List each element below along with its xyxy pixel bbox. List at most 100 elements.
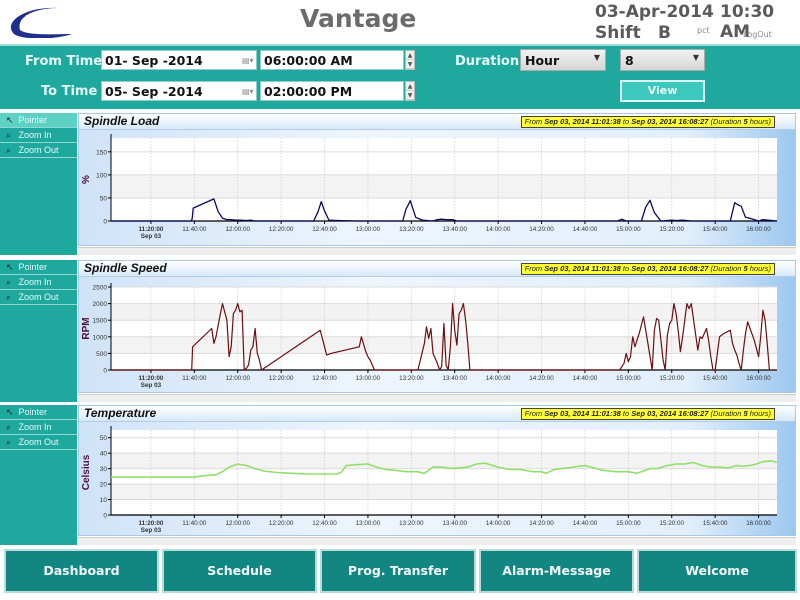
from-date-picker[interactable]: 01- Sep -2014 ▤▾ xyxy=(101,50,257,70)
spindle-speed-chart[interactable]: Spindle Speed From Sep 03, 2014 11:01:38 … xyxy=(78,260,796,393)
tool-label: Pointer xyxy=(18,115,48,125)
tool-zoom-out[interactable]: ⌕ Zoom Out xyxy=(0,290,77,305)
spin-up-icon[interactable]: ▲ xyxy=(406,82,414,91)
from-date-value: 01- Sep -2014 xyxy=(105,53,203,68)
nav-prog-transfer-button[interactable]: Prog. Transfer xyxy=(320,549,476,593)
x-tick-label: 11:20:00 xyxy=(138,520,163,527)
tool-label: Zoom Out xyxy=(18,292,59,302)
x-tick-label: 12:20:00 xyxy=(269,375,294,382)
x-tick-label: 13:00:00 xyxy=(356,520,381,527)
calendar-icon[interactable]: ▤▾ xyxy=(242,87,254,96)
x-tick-label: 11:20:00 xyxy=(138,375,163,382)
user-name: pct xyxy=(697,26,710,35)
shift-label: Shift xyxy=(595,23,641,43)
x-tick-label: 16:00:00 xyxy=(746,375,771,382)
shift-value: B xyxy=(658,23,671,43)
chevron-down-icon: ▼ xyxy=(593,53,600,62)
spindle-load-chart[interactable]: Spindle Load From Sep 03, 2014 11:01:38 t… xyxy=(78,113,796,246)
nav-alarm-message-button[interactable]: Alarm-Message xyxy=(479,549,634,593)
chevron-down-icon: ▼ xyxy=(692,53,699,62)
duration-value: 8 xyxy=(625,53,634,68)
pointer-icon: ↖ xyxy=(6,262,14,272)
x-tick-label: 15:40:00 xyxy=(703,375,728,382)
zoom-out-icon: ⌕ xyxy=(6,145,12,155)
duration-value-select[interactable]: 8 ▼ xyxy=(620,49,705,71)
horizontal-scrollbar[interactable] xyxy=(78,537,796,545)
nav-welcome-button[interactable]: Welcome xyxy=(637,549,797,593)
temperature-chart[interactable]: Temperature From Sep 03, 2014 11:01:38 to… xyxy=(78,405,796,536)
zoom-out-icon: ⌕ xyxy=(6,437,12,447)
nav-schedule-button[interactable]: Schedule xyxy=(162,549,317,593)
tool-zoom-in[interactable]: ⌕ Zoom In xyxy=(0,275,77,290)
grid-band xyxy=(111,336,777,354)
to-time-spinner[interactable]: ▲ ▼ xyxy=(405,81,415,101)
x-tick-label: 12:40:00 xyxy=(312,375,337,382)
from-time-spinner[interactable]: ▲ ▼ xyxy=(405,50,415,70)
x-tick-label: 15:00:00 xyxy=(616,520,641,527)
x-tick-label: 15:20:00 xyxy=(659,226,684,233)
current-date: 03-Apr-2014 xyxy=(595,2,714,22)
x-tick-label: 15:20:00 xyxy=(659,520,684,527)
tool-label: Pointer xyxy=(18,407,48,417)
logout-link[interactable]: LogOut xyxy=(743,30,772,39)
y-tick-label: 1000 xyxy=(93,334,108,341)
x-tick-label: 12:00:00 xyxy=(225,520,250,527)
x-tick-label: 13:00:00 xyxy=(356,226,381,233)
x-tick-label: 16:00:00 xyxy=(746,226,771,233)
to-time-input[interactable]: 02:00:00 PM xyxy=(260,81,404,101)
x-tick-label: 15:00:00 xyxy=(616,375,641,382)
from-time-label: From Time xyxy=(25,54,103,69)
duration-unit-select[interactable]: Hour ▼ xyxy=(520,49,606,71)
x-tick-label: 14:40:00 xyxy=(573,375,598,382)
tool-label: Pointer xyxy=(18,262,48,272)
plot-background xyxy=(111,430,777,515)
y-tick-label: 20 xyxy=(100,482,108,489)
spin-down-icon[interactable]: ▼ xyxy=(406,91,414,100)
tool-zoom-out[interactable]: ⌕ Zoom Out xyxy=(0,435,77,450)
logo-text: AmiT xyxy=(22,12,65,30)
y-axis-label: Celsius xyxy=(81,454,92,490)
tool-label: Zoom Out xyxy=(18,437,59,447)
horizontal-scrollbar[interactable] xyxy=(78,247,796,255)
view-button[interactable]: View xyxy=(620,80,705,102)
tool-pointer[interactable]: ↖ Pointer xyxy=(0,405,77,420)
tool-pointer[interactable]: ↖ Pointer xyxy=(0,260,77,275)
y-tick-label: 150 xyxy=(96,149,107,156)
header: AmiT Vantage 03-Apr-2014 10:30 AM Shift … xyxy=(0,0,800,44)
to-date-value: 05- Sep -2014 xyxy=(105,84,203,99)
x-tick-label: 13:20:00 xyxy=(399,226,424,233)
x-tick-sublabel: Sep 03 xyxy=(141,382,162,389)
tool-pointer[interactable]: ↖ Pointer xyxy=(0,113,77,128)
spin-up-icon[interactable]: ▲ xyxy=(406,51,414,60)
y-axis-label: % xyxy=(81,175,92,184)
to-date-picker[interactable]: 05- Sep -2014 ▤▾ xyxy=(101,81,257,101)
spin-down-icon[interactable]: ▼ xyxy=(406,60,414,69)
app-title: Vantage xyxy=(300,4,417,33)
y-tick-label: 500 xyxy=(96,351,107,358)
x-tick-label: 14:00:00 xyxy=(486,375,511,382)
x-tick-label: 15:40:00 xyxy=(703,226,728,233)
x-tick-label: 16:00:00 xyxy=(746,520,771,527)
horizontal-scrollbar[interactable] xyxy=(78,394,796,402)
x-tick-label: 12:40:00 xyxy=(312,520,337,527)
spindle-speed-panel: ↖ Pointer ⌕ Zoom In ⌕ Zoom Out Spindle Spee… xyxy=(0,260,800,405)
from-time-input[interactable]: 06:00:00 AM xyxy=(260,50,404,70)
y-tick-label: 10 xyxy=(100,497,108,504)
x-tick-label: 12:20:00 xyxy=(269,226,294,233)
x-tick-label: 13:40:00 xyxy=(442,226,467,233)
grid-band xyxy=(111,174,777,198)
y-tick-label: 2000 xyxy=(93,301,108,308)
tool-zoom-out[interactable]: ⌕ Zoom Out xyxy=(0,143,77,158)
tool-zoom-in[interactable]: ⌕ Zoom In xyxy=(0,128,77,143)
tool-zoom-in[interactable]: ⌕ Zoom In xyxy=(0,420,77,435)
x-tick-sublabel: Sep 03 xyxy=(141,527,162,534)
x-tick-label: 14:40:00 xyxy=(573,520,598,527)
y-tick-label: 0 xyxy=(103,368,107,375)
x-tick-label: 14:00:00 xyxy=(486,226,511,233)
nav-dashboard-button[interactable]: Dashboard xyxy=(4,549,159,593)
spindle-speed-plot: 0 500 1000 1500 2000 2500 11:20:00Sep 03 11:40:… xyxy=(81,283,777,389)
y-tick-label: 30 xyxy=(100,466,108,473)
x-tick-label: 13:00:00 xyxy=(356,375,381,382)
calendar-icon[interactable]: ▤▾ xyxy=(242,56,254,65)
temperature-panel: ↖ Pointer ⌕ Zoom In ⌕ Zoom Out Temperature F… xyxy=(0,405,800,548)
